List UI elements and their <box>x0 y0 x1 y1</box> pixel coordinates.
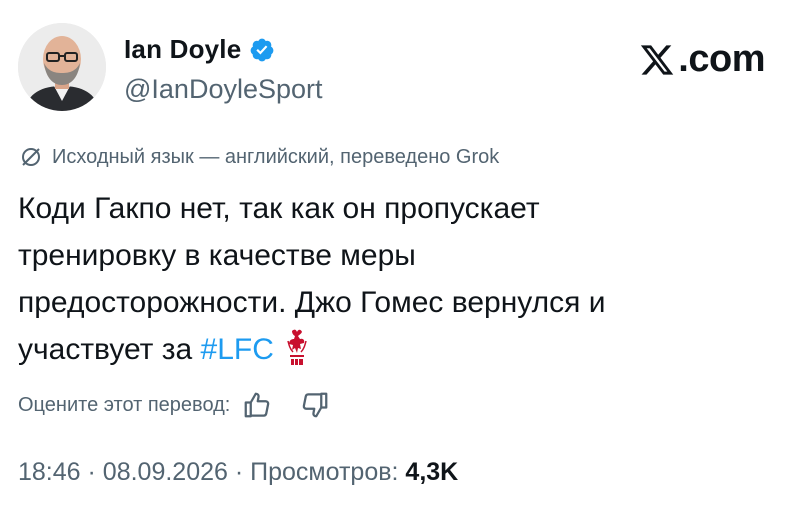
meta-separator: · <box>87 458 96 486</box>
avatar-photo <box>18 23 106 111</box>
brand-domain: .com <box>678 38 765 80</box>
translation-note: Исходный язык — английский, переведено G… <box>18 144 499 170</box>
tweet-time[interactable]: 18:46 <box>18 458 81 486</box>
meta-separator: · <box>234 458 244 486</box>
author-handle[interactable]: @IanDoyleSport <box>124 74 323 105</box>
author-name[interactable]: Ian Doyle <box>124 34 241 65</box>
tweet-line: предосторожности. Джо Гомес вернулся и <box>18 286 606 319</box>
tweet-meta: 18:46 · 08.09.2026 · Просмотров: 4,3K <box>18 458 458 487</box>
thumbs-down-icon[interactable] <box>300 390 330 420</box>
avatar[interactable] <box>18 23 106 111</box>
views-count: 4,3K <box>405 458 459 486</box>
x-logo-icon <box>638 42 676 78</box>
verified-badge-icon <box>249 37 275 63</box>
rate-translation-label: Оцените этот перевод: <box>18 393 231 416</box>
tweet-line: Коди Гакпо нет, так как он пропускает <box>18 192 540 225</box>
tweet-date[interactable]: 08.09.2026 <box>103 458 228 486</box>
translate-slash-icon <box>18 144 44 170</box>
tweet-text: Коди Гакпо нет, так как он пропускает тр… <box>18 185 778 373</box>
tweet-line: тренировку в качестве меры <box>18 239 416 272</box>
tweet-line-prefix: участвует за <box>18 333 201 366</box>
lfc-crest-icon <box>284 327 310 367</box>
thumbs-up-icon[interactable] <box>242 390 272 420</box>
translation-note-text: Исходный язык — английский, переведено G… <box>52 145 500 168</box>
hashtag-link[interactable]: #LFC <box>201 333 274 366</box>
views-label: Просмотров: <box>250 458 399 486</box>
author-name-row: Ian Doyle <box>124 34 275 65</box>
tweet-line-last: участвует за #LFC <box>18 326 778 373</box>
rate-translation: Оцените этот перевод: <box>18 390 330 420</box>
brand-watermark: .com <box>638 38 765 81</box>
